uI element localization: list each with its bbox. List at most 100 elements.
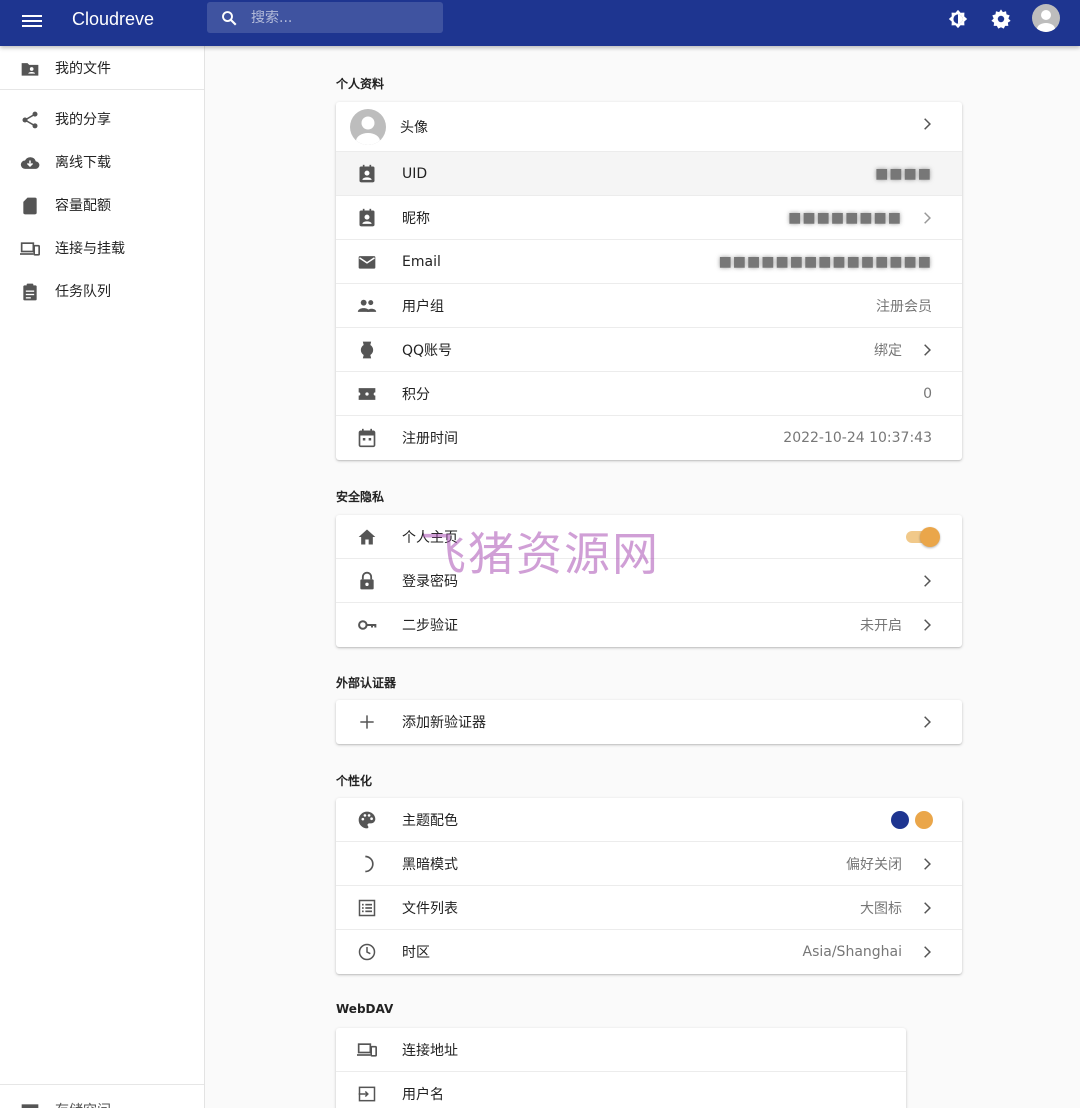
file-list-value: 大图标 xyxy=(860,900,902,917)
clipboard-icon xyxy=(23,283,37,301)
qq-account-value: 绑定 xyxy=(874,342,902,359)
register-time-row: 注册时间 2022-10-24 10:37:43 xyxy=(336,416,962,460)
search-box[interactable] xyxy=(207,2,443,33)
chevron-right-icon xyxy=(924,716,931,728)
homepage-label: 个人主页 xyxy=(402,529,458,546)
theme-swatch-accent[interactable] xyxy=(915,811,933,829)
clock-icon xyxy=(358,943,376,961)
brightness-icon[interactable] xyxy=(945,6,971,32)
sidebar-divider xyxy=(0,89,204,90)
homepage-row[interactable]: 个人主页 xyxy=(336,515,962,559)
uid-label: UID xyxy=(402,165,428,182)
timezone-label: 时区 xyxy=(402,945,430,961)
login-icon xyxy=(358,1086,376,1102)
avatar-row[interactable]: 头像 xyxy=(336,102,962,152)
theme-color-row[interactable]: 主题配色 xyxy=(336,798,962,842)
login-password-row[interactable]: 登录密码 xyxy=(336,559,962,603)
sidebar-item-tasks[interactable]: 任务队列 xyxy=(0,271,204,311)
security-card: 个人主页 登录密码 二步验证 未开启 xyxy=(336,515,962,647)
ticket-icon xyxy=(358,388,376,400)
user-group-row: 用户组 注册会员 xyxy=(336,284,962,328)
sidebar: 我的文件 我的分享 离线下载 容量配额 连接与挂载 任务队列 存储空间 xyxy=(0,46,205,1108)
dark-mode-row[interactable]: 黑暗模式 偏好关闭 xyxy=(336,842,962,886)
sidebar-item-label: 离线下载 xyxy=(55,155,111,171)
email-label: Email xyxy=(402,253,441,270)
app-title[interactable]: Cloudreve xyxy=(72,9,154,30)
avatar-placeholder-icon xyxy=(350,109,386,145)
file-list-label: 文件列表 xyxy=(402,900,458,917)
webdav-username-row[interactable]: 用户名 xyxy=(336,1072,906,1108)
people-icon xyxy=(357,299,377,312)
plus-icon xyxy=(360,715,374,729)
timezone-row[interactable]: 时区 Asia/Shanghai xyxy=(336,930,962,974)
theme-swatch-primary[interactable] xyxy=(891,811,909,829)
contact-card-icon xyxy=(359,208,375,227)
webdav-address-row[interactable]: 连接地址 xyxy=(336,1028,906,1072)
uid-value: ■■■■ xyxy=(875,165,932,182)
register-time-label: 注册时间 xyxy=(402,431,458,447)
sidebar-divider xyxy=(0,1084,204,1085)
gear-icon[interactable] xyxy=(988,6,1014,32)
sidebar-item-label: 连接与挂载 xyxy=(55,241,125,257)
two-factor-row[interactable]: 二步验证 未开启 xyxy=(336,603,962,647)
profile-card: 头像 UID ■■■■ 昵称 ■■■■■■■■ Email ■■■■■■■■■■… xyxy=(336,102,962,460)
points-row: 积分 0 xyxy=(336,372,962,416)
login-password-label: 登录密码 xyxy=(402,573,458,590)
storage-label: 存储空间 xyxy=(55,1100,111,1108)
webdav-card: 连接地址 用户名 xyxy=(336,1028,906,1108)
chevron-right-icon xyxy=(924,212,931,224)
devices-icon xyxy=(20,242,40,256)
webdav-username-label: 用户名 xyxy=(402,1087,444,1103)
sidebar-storage[interactable]: 存储空间 xyxy=(0,1088,204,1108)
nickname-row[interactable]: 昵称 ■■■■■■■■ xyxy=(336,196,962,240)
nickname-value: ■■■■■■■■ xyxy=(788,209,902,226)
chevron-right-icon xyxy=(924,575,931,587)
email-row: Email ■■■■■■■■■■■■■■■ xyxy=(336,240,962,284)
cloud-download-icon xyxy=(20,157,40,169)
sidebar-item-my-files[interactable]: 我的文件 xyxy=(0,48,204,88)
file-list-row[interactable]: 文件列表 大图标 xyxy=(336,886,962,930)
sidebar-item-quota[interactable]: 容量配额 xyxy=(0,185,204,225)
two-factor-value: 未开启 xyxy=(860,618,902,634)
storage-icon xyxy=(21,1104,39,1108)
chevron-right-icon xyxy=(924,619,931,631)
section-title-personalize: 个性化 xyxy=(336,774,373,788)
dark-mode-value: 偏好关闭 xyxy=(846,856,902,873)
chevron-right-icon xyxy=(924,344,931,356)
avatar-label: 头像 xyxy=(400,119,428,136)
section-title-security: 安全隐私 xyxy=(336,490,385,504)
avatar[interactable] xyxy=(1032,4,1060,32)
lock-icon xyxy=(360,571,374,590)
homepage-toggle[interactable] xyxy=(906,527,940,547)
personalize-card: 主题配色 黑暗模式 偏好关闭 文件列表 大图标 时区 Asia/Shanghai xyxy=(336,798,962,974)
uid-row: UID ■■■■ xyxy=(336,152,962,196)
qq-account-row[interactable]: QQ账号 绑定 xyxy=(336,328,962,372)
search-input[interactable] xyxy=(251,9,431,26)
theme-color-label: 主题配色 xyxy=(402,812,458,829)
folder-user-icon xyxy=(21,63,39,76)
sidebar-item-my-shares[interactable]: 我的分享 xyxy=(0,99,204,139)
email-value: ■■■■■■■■■■■■■■■ xyxy=(718,253,932,270)
sidebar-item-label: 任务队列 xyxy=(55,284,111,300)
qq-account-label: QQ账号 xyxy=(402,342,453,359)
add-authenticator-row[interactable]: 添加新验证器 xyxy=(336,700,962,744)
app-bar: Cloudreve xyxy=(0,0,1080,46)
two-factor-label: 二步验证 xyxy=(402,618,458,634)
user-group-label: 用户组 xyxy=(402,298,444,315)
points-label: 积分 xyxy=(402,386,430,403)
watch-icon xyxy=(360,341,374,359)
nickname-label: 昵称 xyxy=(402,210,430,227)
devices-icon xyxy=(357,1043,377,1057)
chevron-right-icon xyxy=(924,118,931,130)
search-icon xyxy=(207,9,251,27)
register-time-value: 2022-10-24 10:37:43 xyxy=(783,430,932,446)
sidebar-item-connections[interactable]: 连接与挂载 xyxy=(0,228,204,268)
sidebar-item-label: 我的文件 xyxy=(55,61,111,77)
dark-mode-label: 黑暗模式 xyxy=(402,856,458,873)
menu-icon[interactable] xyxy=(22,12,42,30)
section-title-profile: 个人资料 xyxy=(336,77,385,91)
chevron-right-icon xyxy=(924,858,931,870)
add-authenticator-label: 添加新验证器 xyxy=(402,715,486,731)
sidebar-item-offline-download[interactable]: 离线下载 xyxy=(0,142,204,182)
list-icon xyxy=(358,899,376,917)
